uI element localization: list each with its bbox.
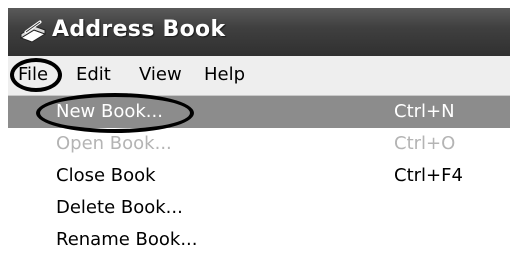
- menu-edit[interactable]: Edit: [76, 64, 111, 85]
- menu-item-shortcut: Ctrl+O: [394, 133, 456, 154]
- menu-item-rename-book[interactable]: Rename Book...: [8, 224, 510, 256]
- menu-item-close-book[interactable]: Close Book Ctrl+F4: [8, 160, 510, 192]
- title-bar[interactable]: Address Book: [8, 8, 510, 56]
- file-highlight-circle: [10, 58, 62, 92]
- menu-item-label: Open Book...: [56, 133, 172, 154]
- menu-help[interactable]: Help: [204, 64, 245, 85]
- address-book-window: Address Book File Edit View Help New Boo…: [8, 8, 510, 259]
- menu-item-shortcut: Ctrl+N: [394, 101, 455, 122]
- menu-item-label: Close Book: [56, 165, 156, 186]
- menu-item-shortcut: Ctrl+F4: [394, 165, 463, 186]
- menu-view[interactable]: View: [139, 64, 182, 85]
- menu-bar: File Edit View Help: [8, 56, 510, 96]
- menu-item-label: Delete Book...: [56, 197, 183, 218]
- menu-item-label: Rename Book...: [56, 229, 198, 250]
- menu-item-new-book[interactable]: New Book... Ctrl+N: [8, 93, 510, 133]
- address-book-icon: [19, 20, 47, 43]
- window-title: Address Book: [52, 17, 226, 42]
- menu-item-open-book: Open Book... Ctrl+O: [8, 128, 510, 160]
- file-dropdown-menu: New Book... Ctrl+N Open Book... Ctrl+O C…: [8, 93, 510, 259]
- menu-item-delete-book[interactable]: Delete Book...: [8, 192, 510, 224]
- new-book-highlight-circle: [36, 93, 194, 133]
